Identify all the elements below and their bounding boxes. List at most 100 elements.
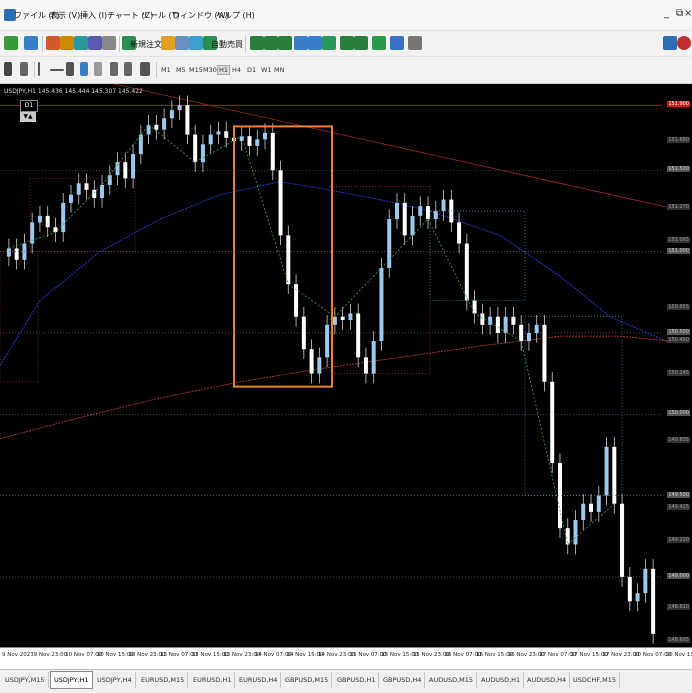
timeframe-mn[interactable]: MN	[274, 66, 284, 74]
timeframe-m15[interactable]: M15	[189, 66, 203, 74]
arrows-icon[interactable]	[140, 62, 150, 76]
chart-title: USDJPY,H1 145.436 145.444 145.307 145.42…	[4, 88, 143, 95]
candle	[14, 248, 19, 260]
new-chart-icon[interactable]	[4, 36, 18, 50]
chart-tab[interactable]: GBPUSD,H1	[334, 672, 380, 688]
candle	[348, 313, 353, 320]
chart-tab[interactable]: EURUSD,M15	[138, 672, 189, 688]
candle	[76, 183, 81, 195]
candle	[457, 222, 462, 244]
horizontal-line-icon[interactable]	[50, 69, 64, 71]
candle	[270, 132, 275, 171]
chart-tab[interactable]: USDJPY,H4	[94, 672, 136, 688]
candle	[162, 118, 167, 130]
price-label: 151.270	[667, 203, 690, 210]
crosshair-icon[interactable]	[20, 62, 28, 76]
candle	[154, 124, 159, 130]
restore-button[interactable]: ⧉	[676, 8, 683, 19]
chart-tab[interactable]: USDCHF,M15	[570, 672, 620, 688]
candle	[426, 206, 431, 220]
tile-windows-icon[interactable]	[322, 36, 336, 50]
chart-tab[interactable]: GBPUSD,H4	[380, 672, 426, 688]
candle	[627, 576, 632, 602]
candle	[387, 219, 392, 268]
menu-insert[interactable]: 挿入 (I)	[80, 10, 107, 21]
chart-tab[interactable]: AUDUSD,H1	[478, 672, 525, 688]
cursor-icon[interactable]	[4, 62, 12, 76]
navigator-icon[interactable]	[74, 36, 88, 50]
candle	[581, 503, 586, 521]
zone-box	[0, 251, 39, 383]
candle	[45, 215, 50, 228]
price-label: 149.000	[667, 572, 690, 579]
price-chart[interactable]: USDJPY,H1 145.436 145.444 145.307 145.42…	[0, 84, 692, 647]
chart-tab[interactable]: AUDUSD,H4	[524, 672, 571, 688]
bar-chart-icon[interactable]	[250, 36, 264, 50]
candle	[542, 324, 547, 382]
candle	[340, 316, 345, 320]
text-icon[interactable]	[110, 62, 118, 76]
line-chart-icon[interactable]	[278, 36, 292, 50]
price-label: 150.655	[667, 303, 690, 310]
timeframe-d1[interactable]: D1	[247, 66, 256, 74]
timeframe-m30[interactable]: M30	[203, 66, 217, 74]
auto-trading-button[interactable]: 自動売買	[211, 39, 243, 50]
chart-shift-icon[interactable]	[340, 36, 354, 50]
candle	[278, 170, 283, 236]
templates-icon[interactable]	[408, 36, 422, 50]
community-icon[interactable]	[677, 36, 691, 50]
strategy-tester-icon[interactable]	[102, 36, 116, 50]
autoscroll-icon[interactable]	[354, 36, 368, 50]
options-icon[interactable]	[175, 36, 189, 50]
candle	[247, 136, 252, 146]
candle	[363, 357, 368, 374]
chart-tab[interactable]: USDJPY,H1	[50, 671, 93, 689]
vertical-line-icon[interactable]	[38, 62, 40, 76]
periods-icon[interactable]	[390, 36, 404, 50]
new-order-button[interactable]: 新規注文	[130, 39, 162, 50]
indicators-icon[interactable]	[372, 36, 386, 50]
price-label: 150.245	[667, 370, 690, 377]
zoom-out-icon[interactable]	[308, 36, 322, 50]
timeframe-w1[interactable]: W1	[261, 66, 272, 74]
trendline-icon[interactable]	[66, 62, 74, 76]
candle	[107, 175, 112, 185]
candle	[317, 357, 322, 374]
market-watch-icon[interactable]	[46, 36, 60, 50]
metaeditor-icon[interactable]	[161, 36, 175, 50]
signals-icon[interactable]	[189, 36, 203, 50]
menu-help[interactable]: ヘルプ (H)	[216, 10, 255, 21]
chart-tab[interactable]: USDJPY,M15	[2, 672, 49, 688]
menu-view[interactable]: 表示 (V)	[50, 10, 80, 21]
label-icon[interactable]	[124, 62, 132, 76]
candle	[464, 243, 469, 301]
candle	[208, 134, 213, 145]
timeframe-h1[interactable]: H1	[217, 65, 231, 75]
search-icon[interactable]	[663, 36, 677, 50]
fibonacci-icon[interactable]	[94, 62, 102, 76]
chart-tab[interactable]: EURUSD,H1	[190, 672, 236, 688]
zone-box	[429, 210, 526, 301]
close-button[interactable]: ×	[684, 8, 692, 19]
one-click-arrows[interactable]: ▼▲	[20, 112, 36, 122]
candle	[294, 284, 299, 317]
data-window-icon[interactable]	[60, 36, 74, 50]
candlestick-icon[interactable]	[264, 36, 278, 50]
timeframe-h4[interactable]: H4	[232, 66, 241, 74]
timeframe-m5[interactable]: M5	[176, 66, 186, 74]
candle	[526, 332, 531, 342]
timeframe-m1[interactable]: M1	[161, 66, 171, 74]
channel-icon[interactable]	[80, 62, 88, 76]
candle	[115, 162, 120, 176]
chart-tab[interactable]: AUDUSD,M15	[426, 672, 478, 688]
profiles-icon[interactable]	[24, 36, 38, 50]
candle	[589, 503, 594, 512]
terminal-icon[interactable]	[88, 36, 102, 50]
chart-canvas	[0, 84, 671, 644]
minimize-button[interactable]: _	[664, 8, 669, 19]
candle	[138, 134, 143, 155]
chart-tab[interactable]: EURUSD,H4	[236, 672, 282, 688]
zoom-in-icon[interactable]	[294, 36, 308, 50]
chart-tab[interactable]: GBPUSD,M15	[282, 672, 333, 688]
candle	[309, 349, 314, 374]
